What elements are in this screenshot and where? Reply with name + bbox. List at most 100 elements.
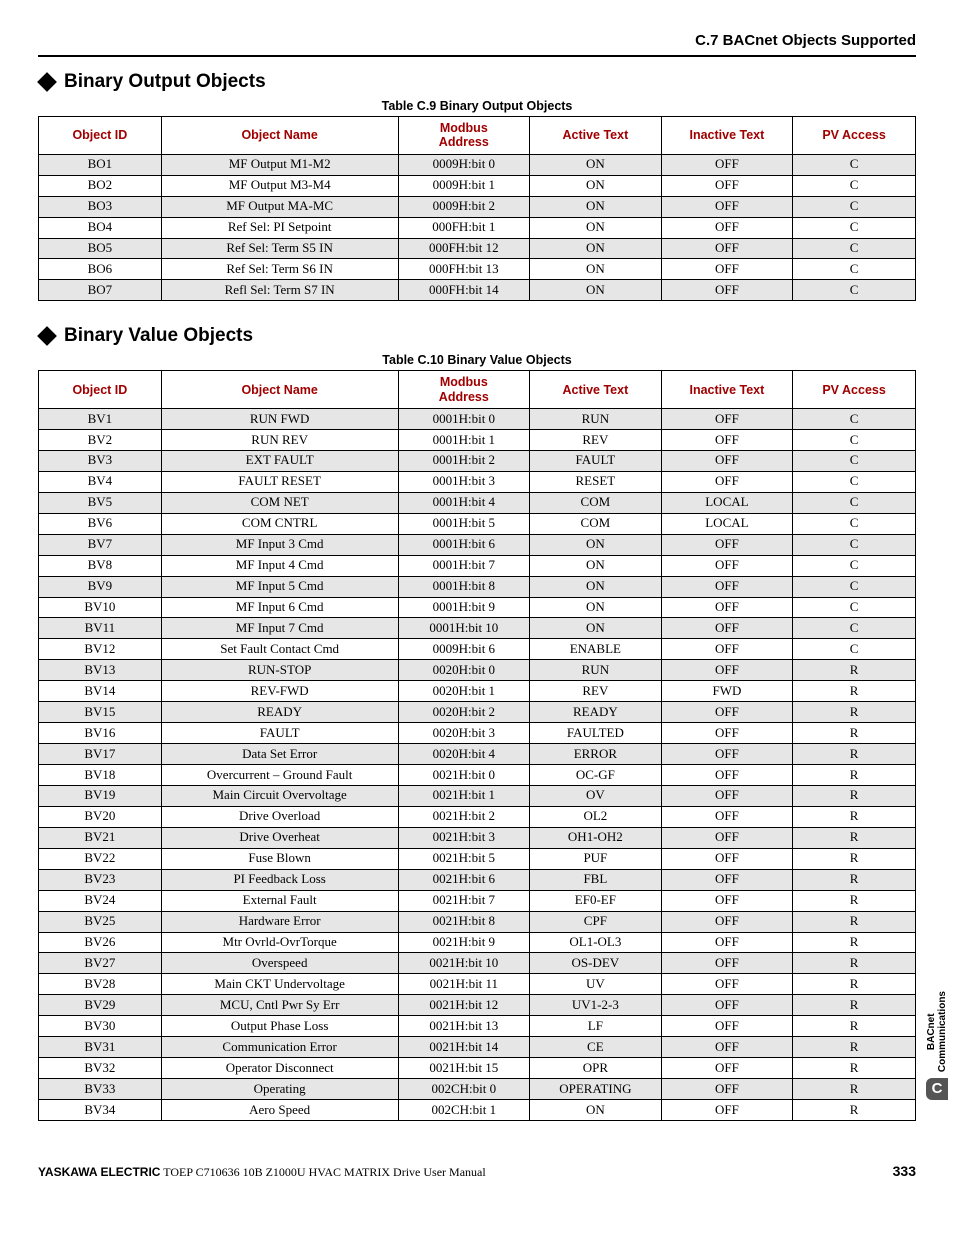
- table-row: BV22Fuse Blown0021H:bit 5PUFOFFR: [39, 848, 916, 869]
- table-cell: 0009H:bit 1: [398, 175, 530, 196]
- table-cell: PI Feedback Loss: [161, 869, 398, 890]
- table-cell: 0001H:bit 9: [398, 597, 530, 618]
- table-cell: 0009H:bit 6: [398, 639, 530, 660]
- table-cell: RUN FWD: [161, 409, 398, 430]
- table-cell: R: [793, 1016, 916, 1037]
- table-cell: BV25: [39, 911, 162, 932]
- table-cell: OFF: [661, 217, 793, 238]
- table-cell: BV6: [39, 513, 162, 534]
- table-row: BV6COM CNTRL0001H:bit 5COMLOCALC: [39, 513, 916, 534]
- table-cell: BV1: [39, 409, 162, 430]
- table-row: BO5Ref Sel: Term S5 IN000FH:bit 12ONOFFC: [39, 238, 916, 259]
- table-cell: 0001H:bit 1: [398, 430, 530, 451]
- table-cell: BV8: [39, 555, 162, 576]
- table-cell: ON: [530, 1100, 662, 1121]
- table-row: BO7Refl Sel: Term S7 IN000FH:bit 14ONOFF…: [39, 280, 916, 301]
- table-cell: OL2: [530, 806, 662, 827]
- table-cell: OFF: [661, 1037, 793, 1058]
- table-cell: BV15: [39, 702, 162, 723]
- diamond-icon: [37, 72, 57, 92]
- table-cell: MF Input 6 Cmd: [161, 597, 398, 618]
- table-cell: OFF: [661, 932, 793, 953]
- table-row: BV12Set Fault Contact Cmd0009H:bit 6ENAB…: [39, 639, 916, 660]
- table-cell: BV7: [39, 534, 162, 555]
- table-row: BV11MF Input 7 Cmd0001H:bit 10ONOFFC: [39, 618, 916, 639]
- table-row: BO3MF Output MA-MC0009H:bit 2ONOFFC: [39, 196, 916, 217]
- table-cell: EF0-EF: [530, 890, 662, 911]
- table-cell: Communication Error: [161, 1037, 398, 1058]
- table-cell: OFF: [661, 471, 793, 492]
- table-cell: OL1-OL3: [530, 932, 662, 953]
- table-cell: 0021H:bit 15: [398, 1058, 530, 1079]
- table-cell: C: [793, 430, 916, 451]
- table-cell: C: [793, 154, 916, 175]
- table-cell: OFF: [661, 785, 793, 806]
- table-cell: C: [793, 471, 916, 492]
- table-cell: OV: [530, 785, 662, 806]
- table-cell: ON: [530, 259, 662, 280]
- footer-brand: YASKAWA ELECTRIC: [38, 1165, 160, 1179]
- table-cell: OFF: [661, 534, 793, 555]
- table-cell: BV3: [39, 450, 162, 471]
- table-row: BV32Operator Disconnect0021H:bit 15OPROF…: [39, 1058, 916, 1079]
- table-row: BV15READY0020H:bit 2READYOFFR: [39, 702, 916, 723]
- table-row: BV9MF Input 5 Cmd0001H:bit 8ONOFFC: [39, 576, 916, 597]
- table-cell: OFF: [661, 597, 793, 618]
- table-cell: BV29: [39, 995, 162, 1016]
- table-row: BV21Drive Overheat0021H:bit 3OH1-OH2OFFR: [39, 827, 916, 848]
- table-cell: 0021H:bit 7: [398, 890, 530, 911]
- table-cell: ON: [530, 597, 662, 618]
- table-cell: UV1-2-3: [530, 995, 662, 1016]
- table-cell: ENABLE: [530, 639, 662, 660]
- table-cell: OFF: [661, 869, 793, 890]
- column-header: Active Text: [530, 117, 662, 155]
- table-cell: BO2: [39, 175, 162, 196]
- table-cell: 0021H:bit 5: [398, 848, 530, 869]
- table-cell: C: [793, 450, 916, 471]
- table-cell: Mtr Ovrld-OvrTorque: [161, 932, 398, 953]
- table-cell: COM CNTRL: [161, 513, 398, 534]
- table-row: BV13RUN-STOP0020H:bit 0RUNOFFR: [39, 660, 916, 681]
- table-cell: BV11: [39, 618, 162, 639]
- table-cell: BV10: [39, 597, 162, 618]
- column-header: ModbusAddress: [398, 117, 530, 155]
- table-row: BV19Main Circuit Overvoltage0021H:bit 1O…: [39, 785, 916, 806]
- table-cell: ON: [530, 555, 662, 576]
- table-cell: BV31: [39, 1037, 162, 1058]
- table-cell: OS-DEV: [530, 953, 662, 974]
- table-row: BV16FAULT0020H:bit 3FAULTEDOFFR: [39, 723, 916, 744]
- table-cell: OH1-OH2: [530, 827, 662, 848]
- table-cell: BV9: [39, 576, 162, 597]
- table-cell: BV34: [39, 1100, 162, 1121]
- table-cell: RUN REV: [161, 430, 398, 451]
- table-cell: R: [793, 1079, 916, 1100]
- table-cell: 0020H:bit 1: [398, 681, 530, 702]
- table-cell: BV22: [39, 848, 162, 869]
- table-row: BV30Output Phase Loss0021H:bit 13LFOFFR: [39, 1016, 916, 1037]
- table-cell: C: [793, 513, 916, 534]
- column-header: Inactive Text: [661, 117, 793, 155]
- table-cell: Main Circuit Overvoltage: [161, 785, 398, 806]
- data-table: Object IDObject NameModbusAddressActive …: [38, 370, 916, 1121]
- table-cell: OFF: [661, 238, 793, 259]
- section-title-text: Binary Value Objects: [64, 325, 253, 347]
- table-cell: REV-FWD: [161, 681, 398, 702]
- table-cell: R: [793, 848, 916, 869]
- table-row: BO2MF Output M3-M40009H:bit 1ONOFFC: [39, 175, 916, 196]
- table-row: BV23PI Feedback Loss0021H:bit 6FBLOFFR: [39, 869, 916, 890]
- table-row: BV25Hardware Error0021H:bit 8CPFOFFR: [39, 911, 916, 932]
- table-cell: OFF: [661, 1079, 793, 1100]
- table-cell: R: [793, 806, 916, 827]
- table-cell: Refl Sel: Term S7 IN: [161, 280, 398, 301]
- table-cell: LOCAL: [661, 513, 793, 534]
- table-cell: 0021H:bit 13: [398, 1016, 530, 1037]
- table-cell: OPERATING: [530, 1079, 662, 1100]
- table-cell: BV4: [39, 471, 162, 492]
- table-cell: RESET: [530, 471, 662, 492]
- table-cell: C: [793, 534, 916, 555]
- table-cell: 0001H:bit 5: [398, 513, 530, 534]
- table-cell: READY: [530, 702, 662, 723]
- table-cell: ON: [530, 280, 662, 301]
- table-cell: 0021H:bit 11: [398, 974, 530, 995]
- table-cell: OFF: [661, 409, 793, 430]
